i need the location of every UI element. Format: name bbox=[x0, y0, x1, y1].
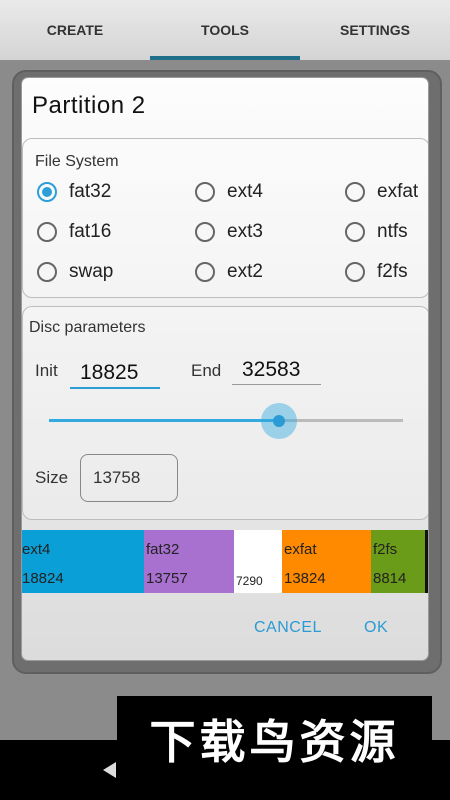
radio-label: ext3 bbox=[227, 221, 263, 242]
radio-exfat[interactable]: exfat bbox=[345, 181, 418, 203]
partition-size: 7290 bbox=[236, 574, 263, 588]
radio-label: fat16 bbox=[69, 221, 112, 242]
tab-settings[interactable]: SETTINGS bbox=[300, 0, 450, 60]
radio-circle-icon bbox=[345, 262, 365, 282]
partition-name: ext4 bbox=[22, 541, 51, 558]
partition-size: 13824 bbox=[284, 570, 326, 587]
end-field[interactable]: 32583 bbox=[232, 358, 321, 385]
radio-label: ext4 bbox=[227, 181, 263, 202]
radio-circle-icon bbox=[195, 262, 215, 282]
slider-thumb[interactable] bbox=[273, 415, 286, 427]
radio-f2fs[interactable]: f2fs bbox=[345, 261, 408, 283]
radio-label: f2fs bbox=[377, 261, 408, 282]
radio-label: exfat bbox=[377, 181, 419, 202]
partition-segment-fat32[interactable]: fat32 13757 bbox=[144, 530, 234, 593]
radio-ext3[interactable]: ext3 bbox=[195, 221, 263, 243]
file-system-group: File System fat32 ext4 exfat fat16 ext3 … bbox=[22, 138, 428, 298]
ok-button[interactable]: OK bbox=[364, 619, 388, 637]
partition-size: 8814 bbox=[373, 570, 407, 587]
radio-fat32[interactable]: fat32 bbox=[37, 181, 111, 203]
init-label: Init bbox=[35, 361, 58, 380]
partition-map: ext4 18824 fat32 13757 7290 exfat 13824 … bbox=[22, 530, 428, 593]
partition-name: fat32 bbox=[146, 541, 180, 558]
top-tab-bar: CREATE TOOLS SETTINGS bbox=[0, 0, 450, 60]
size-label: Size bbox=[35, 468, 69, 487]
radio-fat16[interactable]: fat16 bbox=[37, 221, 111, 243]
radio-circle-icon bbox=[345, 222, 365, 242]
file-system-label: File System bbox=[35, 153, 119, 170]
partition-segment-f2fs[interactable]: f2fs 8814 bbox=[371, 530, 428, 593]
disc-parameters-label: Disc parameters bbox=[29, 319, 146, 336]
radio-ext4[interactable]: ext4 bbox=[195, 181, 263, 203]
size-field[interactable]: 13758 bbox=[80, 454, 178, 502]
radio-circle-icon bbox=[37, 182, 57, 202]
radio-label: ext2 bbox=[227, 261, 263, 282]
partition-name: f2fs bbox=[373, 541, 398, 558]
watermark-text: 下载鸟资源 bbox=[117, 696, 432, 782]
radio-label: ntfs bbox=[377, 221, 408, 242]
back-icon[interactable] bbox=[103, 762, 116, 778]
radio-circle-icon bbox=[345, 182, 365, 202]
radio-ext2[interactable]: ext2 bbox=[195, 261, 263, 283]
radio-circle-icon bbox=[37, 222, 57, 242]
partition-name: exfat bbox=[284, 541, 317, 558]
radio-circle-icon bbox=[195, 222, 215, 242]
radio-circle-icon bbox=[195, 182, 215, 202]
dialog-title: Partition 2 bbox=[32, 92, 146, 119]
radio-label: swap bbox=[69, 261, 114, 282]
cancel-button[interactable]: CANCEL bbox=[254, 619, 322, 637]
radio-ntfs[interactable]: ntfs bbox=[345, 221, 408, 243]
partition-segment-ext4[interactable]: ext4 18824 bbox=[22, 530, 144, 593]
end-label: End bbox=[191, 361, 222, 380]
tab-create[interactable]: CREATE bbox=[0, 0, 150, 60]
partition-size: 13757 bbox=[146, 570, 188, 587]
partition-size: 18824 bbox=[22, 570, 64, 587]
partition-segment-free[interactable]: 7290 bbox=[234, 530, 282, 593]
radio-swap[interactable]: swap bbox=[37, 261, 113, 283]
tab-tools[interactable]: TOOLS bbox=[150, 0, 300, 60]
radio-label: fat32 bbox=[69, 181, 112, 202]
init-field[interactable]: 18825 bbox=[70, 361, 160, 389]
radio-circle-icon bbox=[37, 262, 57, 282]
range-slider-fill bbox=[49, 419, 280, 422]
partition-dialog: Partition 2 File System fat32 ext4 exfat… bbox=[22, 78, 428, 660]
partition-segment-exfat[interactable]: exfat 13824 bbox=[282, 530, 371, 593]
